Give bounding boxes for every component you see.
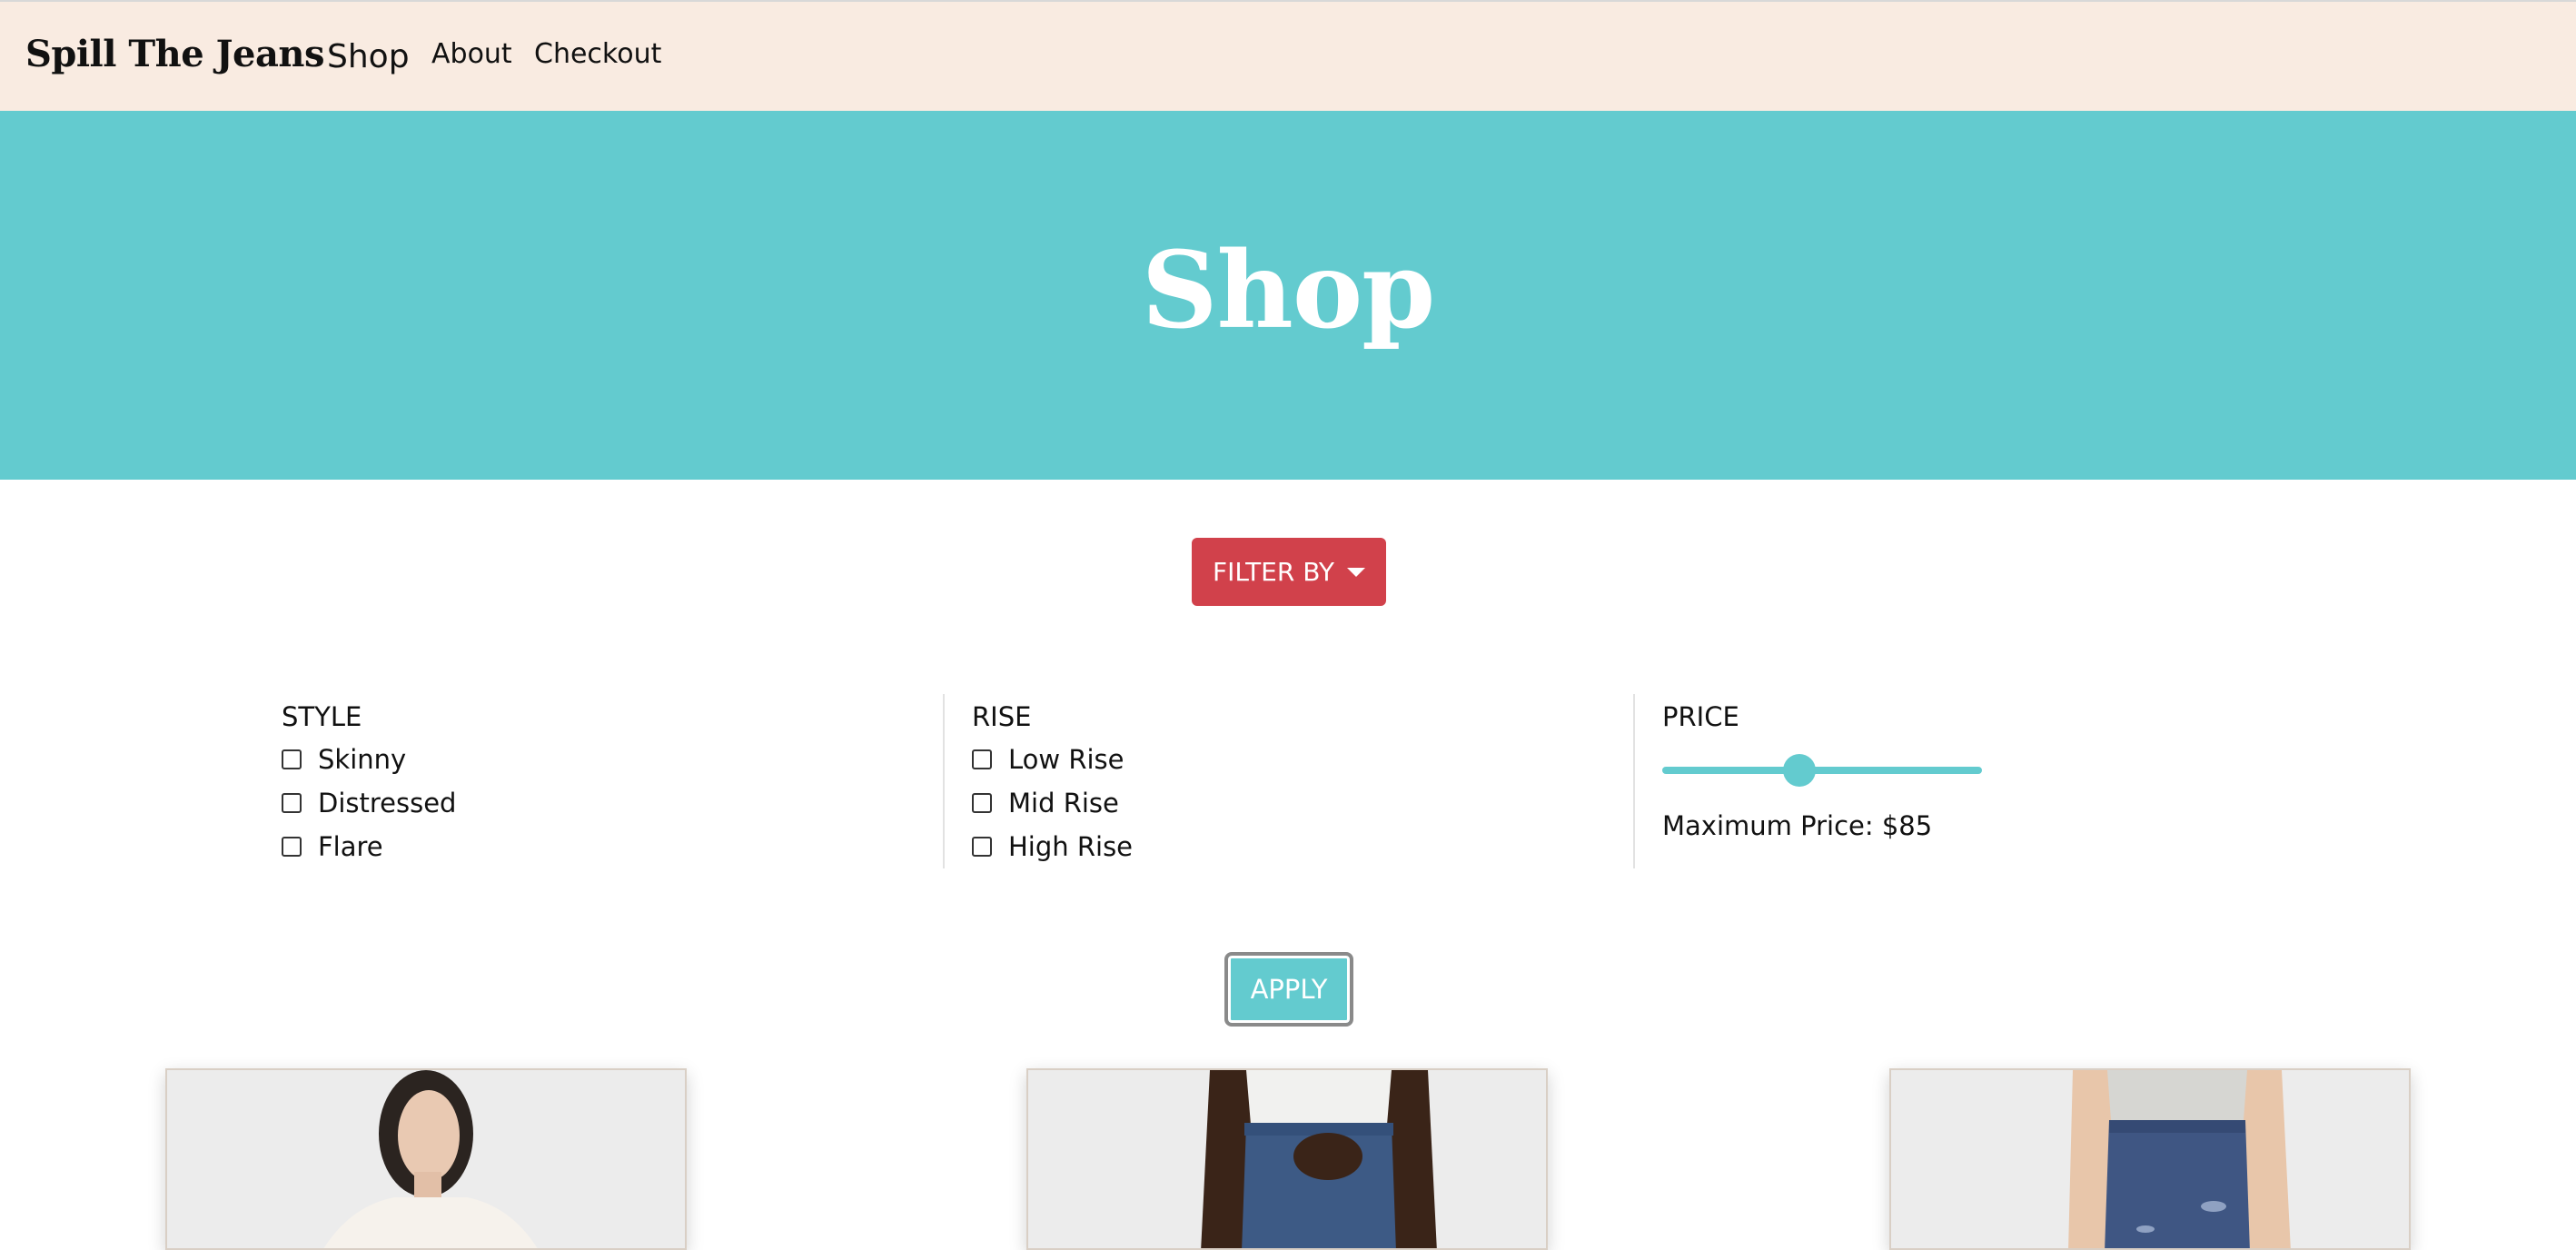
high-rise-label: High Rise: [1008, 831, 1134, 862]
filter-style-group: STYLE Skinny Distressed Flare: [282, 694, 943, 868]
filter-style-title: STYLE: [282, 701, 362, 732]
nav-link-checkout[interactable]: Checkout: [534, 38, 661, 70]
filter-option-distressed: Distressed: [282, 781, 943, 825]
filter-option-skinny: Skinny: [282, 738, 943, 781]
filter-option-high-rise: High Rise: [972, 825, 1635, 868]
filter-option-low-rise: Low Rise: [972, 738, 1635, 781]
flare-label: Flare: [318, 831, 383, 862]
nav-link-about[interactable]: About: [431, 38, 512, 70]
product-image: [1028, 1070, 1546, 1248]
filter-by-label: FILTER BY: [1212, 557, 1335, 587]
product-image: [1891, 1070, 2409, 1248]
mid-rise-label: Mid Rise: [1008, 788, 1119, 818]
price-slider-thumb[interactable]: [1783, 754, 1817, 787]
hero-banner: Shop: [0, 111, 2576, 480]
filter-by-button[interactable]: FILTER BY: [1192, 538, 1386, 606]
filter-option-flare: Flare: [282, 825, 943, 868]
nav-link-shop[interactable]: Shop: [327, 38, 410, 75]
product-image: [167, 1070, 685, 1248]
skinny-label: Skinny: [318, 744, 407, 775]
price-slider-track[interactable]: [1662, 767, 1982, 774]
product-card[interactable]: [1026, 1068, 1548, 1250]
product-card[interactable]: [1889, 1068, 2411, 1250]
mid-rise-checkbox[interactable]: [972, 793, 992, 813]
distressed-checkbox[interactable]: [282, 793, 302, 813]
filter-price-group: PRICE Maximum Price: $85: [1633, 694, 2271, 868]
flare-checkbox[interactable]: [282, 837, 302, 857]
filter-price-title: PRICE: [1662, 701, 1739, 732]
max-price-label: Maximum Price: $85: [1662, 810, 1933, 841]
brand-logo[interactable]: Spill The Jeans: [25, 33, 324, 75]
page-title: Shop: [1141, 229, 1436, 352]
low-rise-label: Low Rise: [1008, 744, 1125, 775]
skinny-checkbox[interactable]: [282, 749, 302, 769]
filter-option-mid-rise: Mid Rise: [972, 781, 1635, 825]
filter-rise-group: RISE Low Rise Mid Rise High Rise: [943, 694, 1635, 868]
high-rise-checkbox[interactable]: [972, 837, 992, 857]
low-rise-checkbox[interactable]: [972, 749, 992, 769]
caret-down-icon: [1347, 567, 1366, 577]
navbar: Spill The Jeans Shop About Checkout: [0, 0, 2576, 111]
apply-button[interactable]: APPLY: [1224, 952, 1353, 1027]
product-card[interactable]: [165, 1068, 687, 1250]
filter-rise-title: RISE: [972, 701, 1032, 732]
distressed-label: Distressed: [318, 788, 457, 818]
price-slider[interactable]: [1662, 752, 1982, 789]
